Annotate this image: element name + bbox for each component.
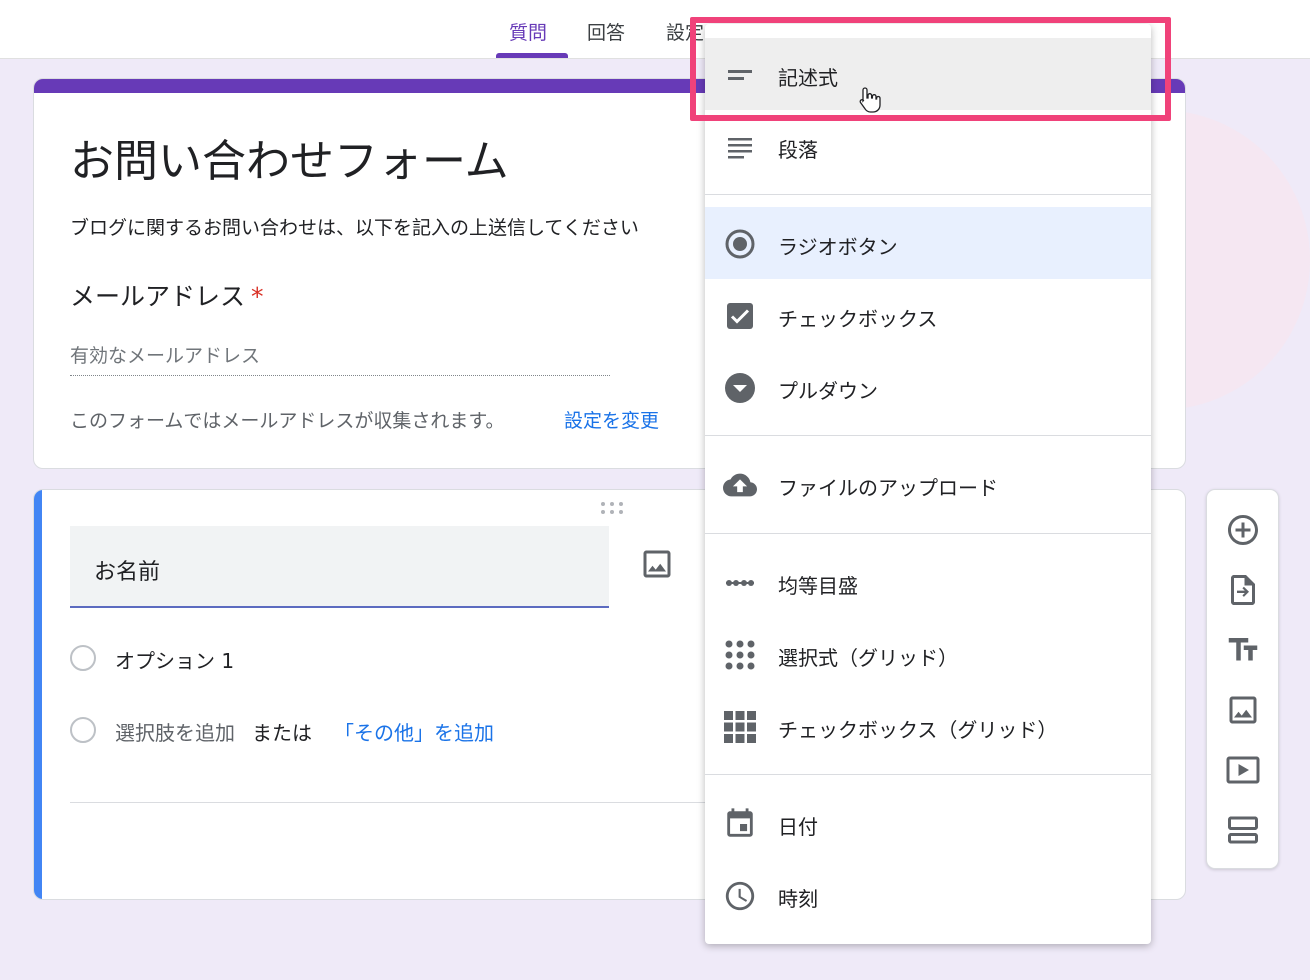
menu-label: プルダウン <box>778 379 878 403</box>
checkbox-icon <box>723 299 757 333</box>
question-type-menu: 記述式 段落 ラジオボタン チェックボックス プルダウン ファイルのアップロード <box>705 24 1151 944</box>
menu-label: 均等目盛 <box>778 574 858 598</box>
linear-scale-icon <box>723 566 757 600</box>
side-toolbar <box>1206 489 1279 869</box>
checkbox-grid-icon <box>723 710 757 744</box>
tab-questions[interactable]: 質問 <box>509 18 547 58</box>
email-label-text: メールアドレス <box>70 282 246 311</box>
multiple-choice-grid-icon <box>723 638 757 672</box>
question-title-input[interactable]: お名前 <box>70 526 609 608</box>
add-other-button[interactable]: 「その他」を追加 <box>334 717 494 746</box>
email-field[interactable] <box>70 337 610 376</box>
tab-responses[interactable]: 回答 <box>587 18 625 58</box>
add-option-button[interactable]: 選択肢を追加 <box>115 717 235 746</box>
menu-item-time[interactable]: 時刻 <box>705 859 1151 931</box>
menu-item-file-upload[interactable]: ファイルのアップロード <box>705 448 1151 520</box>
add-section-icon[interactable] <box>1225 812 1261 848</box>
menu-divider <box>705 774 1151 775</box>
menu-item-checkbox[interactable]: チェックボックス <box>705 279 1151 351</box>
add-title-icon[interactable] <box>1225 632 1261 668</box>
hand-pointer-cursor-icon <box>858 86 884 114</box>
required-mark: * <box>251 282 264 311</box>
menu-label: 時刻 <box>778 887 818 911</box>
menu-label: 日付 <box>778 815 818 839</box>
question-title-text: お名前 <box>94 560 161 585</box>
menu-label: ラジオボタン <box>778 235 898 259</box>
dropdown-icon <box>723 371 757 405</box>
change-settings-link[interactable]: 設定を変更 <box>564 406 659 433</box>
drag-handle-icon[interactable] <box>599 500 625 516</box>
radio-button-icon <box>723 227 757 261</box>
add-option-radio <box>70 717 96 743</box>
highlight-annotation <box>690 17 1171 121</box>
menu-item-linear-scale[interactable]: 均等目盛 <box>705 546 1151 618</box>
menu-item-date[interactable]: 日付 <box>705 787 1151 859</box>
add-video-icon[interactable] <box>1225 752 1261 788</box>
add-image-icon[interactable] <box>1225 692 1261 728</box>
menu-divider <box>705 194 1151 195</box>
menu-label: 選択式（グリッド） <box>778 646 958 670</box>
form-description[interactable]: ブログに関するお問い合わせは、以下を記入の上送信してください <box>70 213 639 240</box>
menu-label: 段落 <box>778 138 818 162</box>
question-accent-bar <box>34 490 42 899</box>
option-1-radio <box>70 645 96 671</box>
add-question-icon[interactable] <box>1225 512 1261 548</box>
menu-item-checkbox-grid[interactable]: チェックボックス（グリッド） <box>705 690 1151 762</box>
menu-label: チェックボックス（グリッド） <box>778 718 1058 742</box>
menu-label: チェックボックス <box>778 307 938 331</box>
paragraph-icon <box>723 130 757 164</box>
menu-label: ファイルのアップロード <box>778 476 998 500</box>
menu-item-radio[interactable]: ラジオボタン <box>705 207 1151 279</box>
form-title[interactable]: お問い合わせフォーム <box>70 125 509 189</box>
email-label: メールアドレス * <box>70 277 264 313</box>
menu-item-dropdown[interactable]: プルダウン <box>705 351 1151 423</box>
cloud-upload-icon <box>723 468 757 502</box>
menu-divider <box>705 435 1151 436</box>
active-tab-indicator <box>496 53 568 58</box>
menu-item-multiple-choice-grid[interactable]: 選択式（グリッド） <box>705 618 1151 690</box>
option-1-label[interactable]: オプション 1 <box>115 645 234 674</box>
email-collection-note: このフォームではメールアドレスが収集されます。 <box>70 410 505 432</box>
or-text: または <box>252 721 312 745</box>
add-image-icon[interactable] <box>639 546 675 582</box>
calendar-icon <box>723 807 757 841</box>
import-questions-icon[interactable] <box>1225 572 1261 608</box>
menu-divider <box>705 533 1151 534</box>
clock-icon <box>723 879 757 913</box>
